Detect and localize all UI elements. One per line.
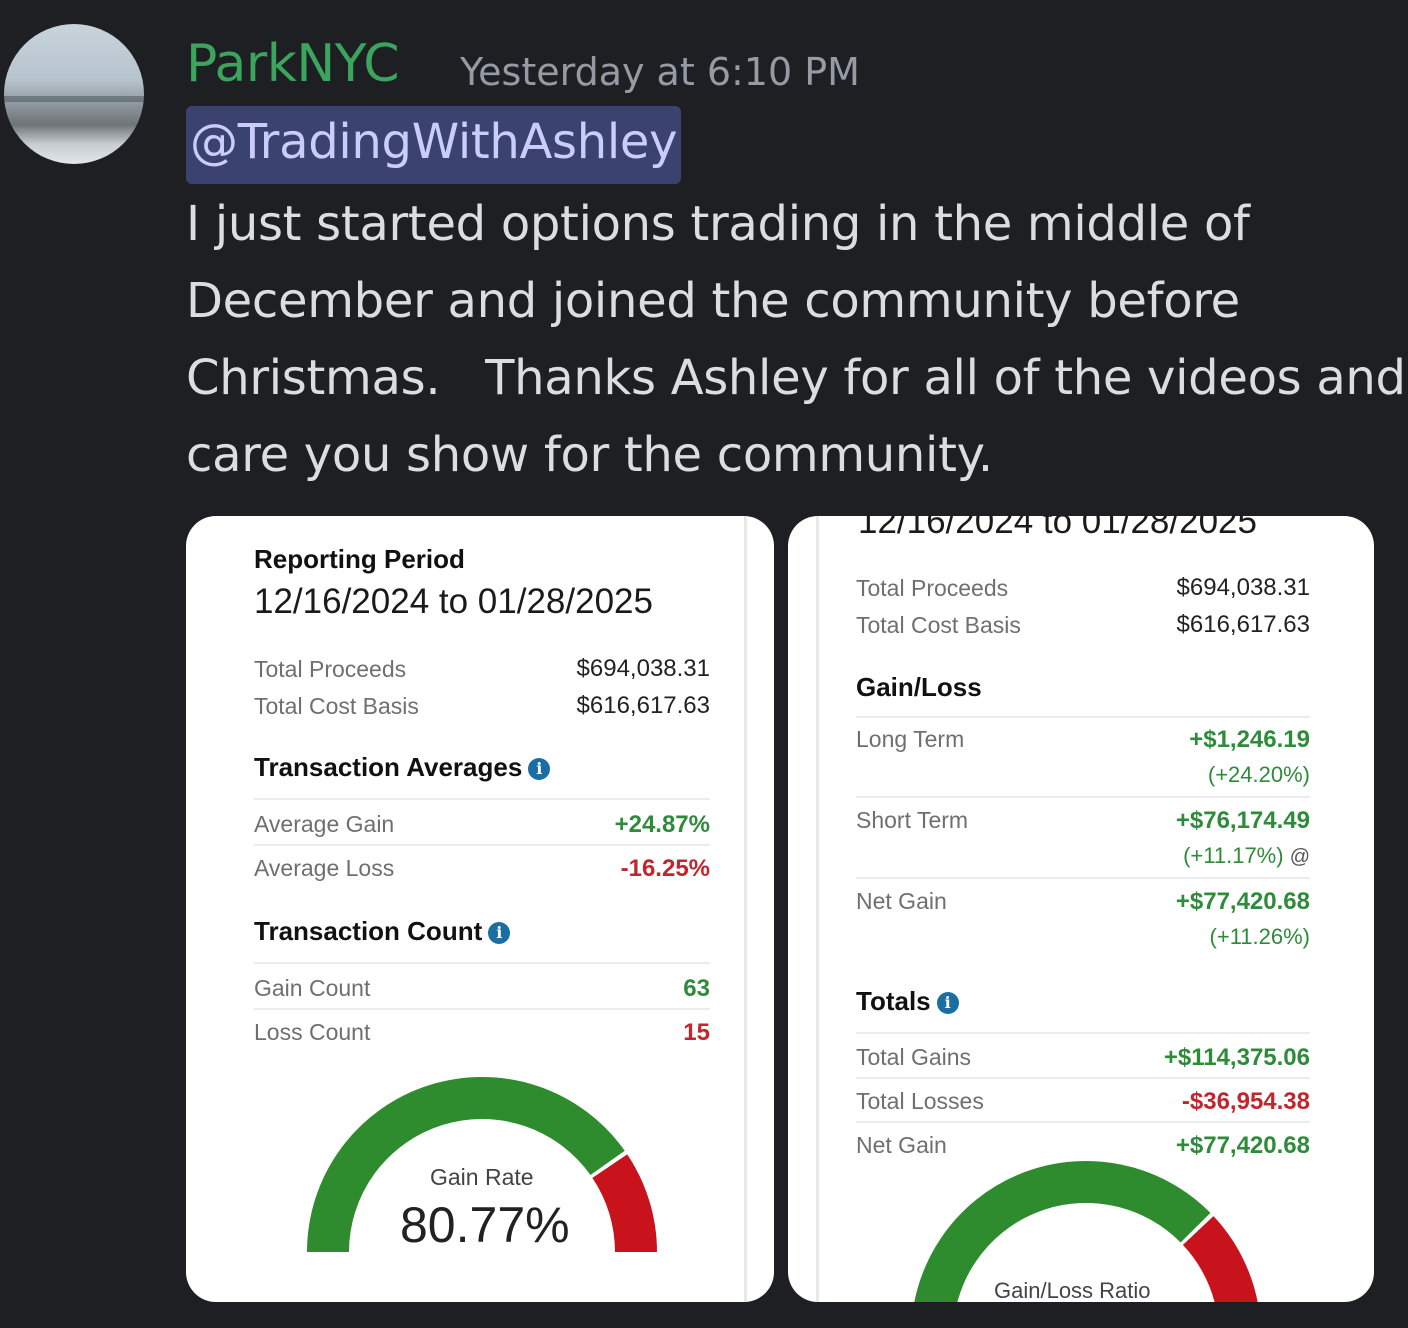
gain-rate-label: Gain Rate: [430, 1164, 534, 1190]
message-line: Christmas. Thanks Ashley for all of the …: [186, 350, 1406, 406]
avatar[interactable]: [4, 24, 144, 164]
user-mention[interactable]: @TradingWithAshley: [186, 106, 682, 184]
message-line: care you show for the community.: [186, 427, 993, 483]
attachment-image-2[interactable]: 12/16/2024 to 01/28/2025 Total Proceeds …: [788, 516, 1374, 1302]
message-body: I just started options trading in the mi…: [186, 186, 1406, 494]
message-line: December and joined the community before: [186, 273, 1240, 329]
gain-rate-value: 80.77%: [400, 1197, 570, 1253]
username[interactable]: ParkNYC: [186, 34, 400, 94]
attachment-image-1[interactable]: Reporting Period 12/16/2024 to 01/28/202…: [186, 516, 774, 1302]
gain-loss-ratio-gauge: [914, 1160, 1258, 1302]
message-timestamp: Yesterday at 6:10 PM: [460, 50, 860, 94]
gauge-loss-arc: [1182, 1216, 1258, 1302]
gauge-loss-arc: [592, 1154, 657, 1253]
message-line: I just started options trading in the mi…: [186, 196, 1250, 252]
gain-loss-ratio-label: Gain/Loss Ratio: [994, 1278, 1151, 1302]
